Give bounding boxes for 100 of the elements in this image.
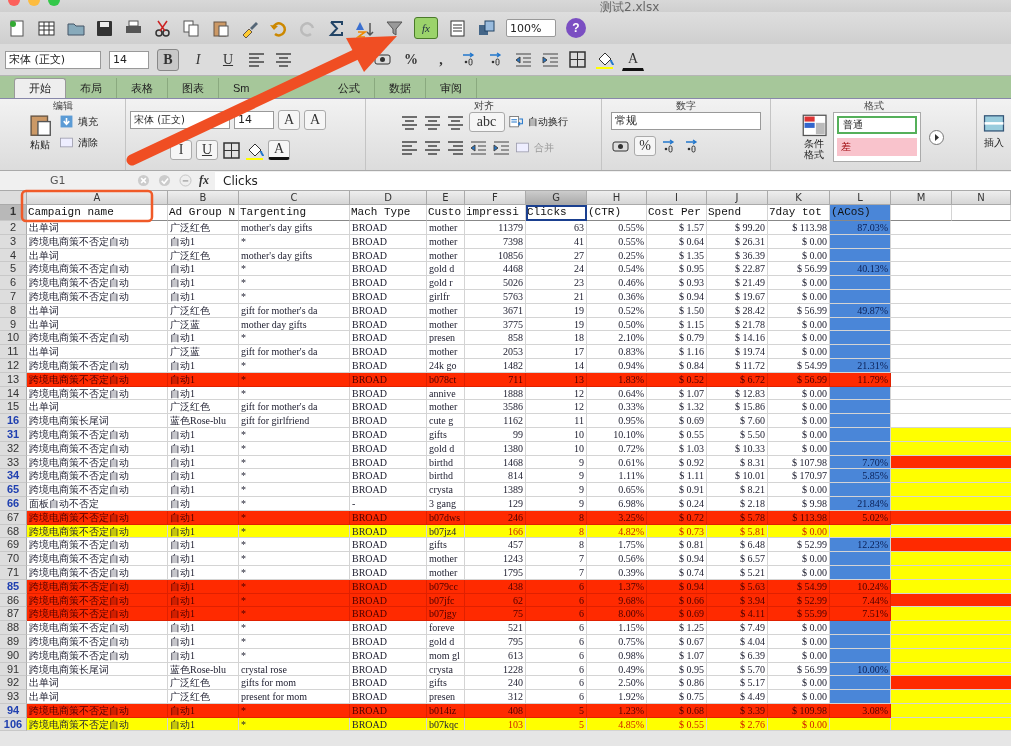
borders-icon[interactable] (568, 50, 587, 69)
column-header[interactable]: M (891, 191, 952, 205)
wrap-text-button[interactable]: 自动换行 (508, 114, 568, 130)
grow-font-button[interactable]: A (278, 110, 300, 130)
paste-button[interactable]: 粘贴 (27, 112, 53, 152)
ribbon-tab[interactable]: 审阅 (425, 78, 477, 98)
column-header[interactable]: K (768, 191, 830, 205)
fill-button[interactable]: 填充 (59, 114, 98, 129)
column-header[interactable]: F (465, 191, 526, 205)
font-color-button[interactable]: A (622, 48, 644, 71)
select-all-button[interactable] (0, 191, 27, 205)
clear-button[interactable]: 清除 (59, 135, 98, 150)
table-icon[interactable] (37, 18, 56, 38)
row-header[interactable]: 11 (0, 345, 27, 359)
bold-button[interactable]: B (157, 48, 179, 71)
formula-field[interactable]: Clicks (215, 171, 1011, 190)
insert-function-button[interactable]: fx (199, 173, 209, 188)
ribbon-tab[interactable]: 开始 (14, 78, 66, 98)
row-header[interactable]: 34 (0, 469, 27, 484)
next-icon[interactable] (927, 127, 946, 147)
ribbon-tab[interactable]: 布局 (66, 78, 117, 98)
copy-icon[interactable] (182, 18, 201, 38)
orientation-button[interactable]: abc (468, 112, 505, 132)
column-header[interactable]: D (350, 191, 427, 205)
table-cell: 6.98% (587, 496, 647, 511)
align-center-icon[interactable] (422, 138, 442, 157)
name-box[interactable]: G1 (0, 172, 130, 189)
row-header[interactable]: 92 (0, 676, 27, 691)
table-cell: 1162 (465, 414, 526, 428)
formula-builder-button[interactable]: fx (414, 17, 438, 39)
column-header[interactable]: B (168, 191, 239, 205)
row-header[interactable]: 10 (0, 331, 27, 346)
ribbon-tab[interactable]: 公式 (323, 78, 375, 98)
cut-icon[interactable] (153, 18, 172, 38)
conditional-format-button[interactable]: 条件 格式 (801, 114, 827, 160)
column-header[interactable]: L (830, 191, 891, 205)
row-header[interactable]: 87 (0, 607, 27, 622)
column-header[interactable]: G (526, 191, 587, 205)
save-icon[interactable] (95, 18, 114, 38)
ribbon-tab[interactable]: 表格 (117, 78, 168, 98)
ribbon-tab[interactable]: Sm (219, 78, 250, 98)
column-header[interactable]: N (952, 191, 1011, 205)
insert-button[interactable]: 插入 (982, 112, 1006, 150)
font-color-button[interactable]: A (268, 140, 290, 160)
outdent-icon[interactable] (468, 138, 488, 157)
indent-icon[interactable] (491, 138, 511, 157)
borders-icon[interactable] (222, 140, 241, 160)
italic-button[interactable]: I (187, 48, 209, 71)
style-swatch[interactable]: 差 (837, 138, 917, 156)
gallery-icon[interactable] (477, 18, 496, 38)
column-header[interactable]: H (587, 191, 647, 205)
font-dropdown[interactable]: 宋体 (正文) (5, 50, 101, 69)
style-swatch[interactable]: 普通 (837, 116, 917, 134)
table-cell: $ 0.67 (647, 634, 707, 649)
zoom-dropdown[interactable]: 100% (506, 19, 556, 37)
align-right-icon[interactable] (445, 138, 465, 157)
align-left-icon[interactable] (247, 50, 266, 69)
comma-button[interactable]: , (430, 48, 452, 71)
column-header[interactable]: J (707, 191, 768, 205)
paste-icon[interactable] (211, 18, 230, 38)
font-size-dropdown[interactable]: 14 (234, 111, 274, 129)
percent-button[interactable]: % (634, 136, 656, 156)
filter-icon[interactable] (385, 18, 404, 38)
underline-button[interactable]: U (196, 140, 218, 160)
shrink-font-button[interactable]: A (304, 110, 326, 130)
sum-icon[interactable] (327, 18, 346, 38)
row-header[interactable]: 88 (0, 621, 27, 635)
align-center-icon[interactable] (274, 50, 293, 69)
row-header[interactable]: 65 (0, 483, 27, 497)
row-header[interactable]: 5 (0, 262, 27, 277)
indent-icon[interactable] (541, 50, 560, 69)
column-header[interactable]: E (427, 191, 465, 205)
row-header[interactable]: 1 (0, 205, 27, 221)
row-header[interactable]: 69 (0, 538, 27, 553)
table-cell: girlfr (427, 290, 465, 304)
outdent-icon[interactable] (514, 50, 533, 69)
fill-color-icon[interactable] (595, 50, 614, 69)
align-left-icon[interactable] (399, 138, 419, 157)
number-format-dropdown[interactable]: 常规 (611, 112, 761, 130)
column-header[interactable]: C (239, 191, 350, 205)
ribbon-tab[interactable]: 图表 (168, 78, 219, 98)
table-cell: BROAD (350, 427, 427, 442)
column-header[interactable]: I (647, 191, 707, 205)
row-header[interactable]: 2 (0, 221, 27, 235)
table-cell: $ 10.33 (707, 441, 768, 456)
percent-button[interactable]: % (400, 48, 422, 71)
row-header[interactable]: 93 (0, 690, 27, 704)
underline-button[interactable]: U (217, 48, 239, 71)
table-cell: 4468 (465, 262, 526, 277)
table-cell: 6 (526, 690, 587, 704)
row-header[interactable]: 70 (0, 552, 27, 566)
row-header[interactable]: 6 (0, 276, 27, 290)
new-document-icon[interactable] (8, 18, 27, 38)
help-button[interactable]: ? (566, 18, 586, 38)
table-cell: crysta (427, 483, 465, 497)
ribbon-tab[interactable]: 数据 (374, 78, 426, 98)
row-header[interactable]: 16 (0, 414, 27, 428)
font-size-dropdown[interactable]: 14 (109, 50, 149, 69)
row-header[interactable]: 15 (0, 400, 27, 415)
document-icon[interactable] (448, 18, 467, 38)
